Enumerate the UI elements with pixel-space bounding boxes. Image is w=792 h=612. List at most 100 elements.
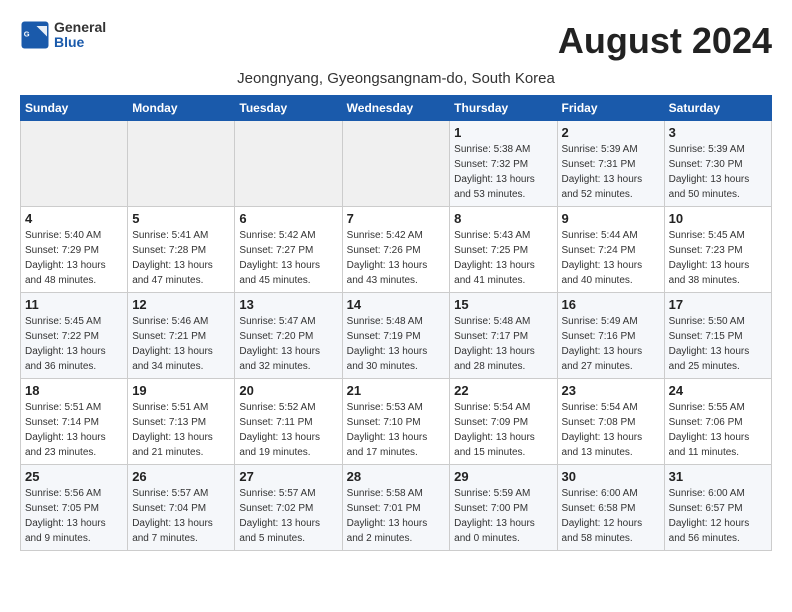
calendar-cell: 18Sunrise: 5:51 AM Sunset: 7:14 PM Dayli… [21, 379, 128, 465]
day-number: 27 [239, 469, 337, 484]
calendar-cell: 1Sunrise: 5:38 AM Sunset: 7:32 PM Daylig… [450, 121, 557, 207]
calendar-cell: 23Sunrise: 5:54 AM Sunset: 7:08 PM Dayli… [557, 379, 664, 465]
day-info: Sunrise: 5:56 AM Sunset: 7:05 PM Dayligh… [25, 486, 123, 546]
calendar-cell [128, 121, 235, 207]
day-info: Sunrise: 5:39 AM Sunset: 7:30 PM Dayligh… [669, 142, 767, 202]
day-number: 13 [239, 297, 337, 312]
location-title: Jeongnyang, Gyeongsangnam-do, South Kore… [20, 70, 772, 87]
calendar-cell: 4Sunrise: 5:40 AM Sunset: 7:29 PM Daylig… [21, 207, 128, 293]
calendar-cell: 30 Sunrise: 6:00 AM Sunset: 6:58 PM Dayli… [557, 465, 664, 551]
calendar-cell: 29 Sunrise: 5:59 AM Sunset: 7:00 PM Dayli… [450, 465, 557, 551]
day-number: 8 [454, 211, 552, 226]
calendar-cell: 20 Sunrise: 5:52 AM Sunset: 7:11 PM Dayli… [235, 379, 342, 465]
day-info: Sunrise: 5:57 AM Sunset: 7:04 PM Dayligh… [132, 486, 230, 546]
day-number: 24 [669, 383, 767, 398]
day-info: Sunrise: 5:46 AM Sunset: 7:21 PM Dayligh… [132, 314, 230, 374]
day-number: 21 [347, 383, 446, 398]
logo-icon: G [20, 20, 50, 50]
calendar-cell: 31Sunrise: 6:00 AM Sunset: 6:57 PM Dayli… [664, 465, 771, 551]
day-info: Sunrise: 5:39 AM Sunset: 7:31 PM Dayligh… [562, 142, 660, 202]
day-number: 15 [454, 297, 552, 312]
calendar-week-2: 4Sunrise: 5:40 AM Sunset: 7:29 PM Daylig… [21, 207, 772, 293]
day-info: Sunrise: 5:45 AM Sunset: 7:22 PM Dayligh… [25, 314, 123, 374]
calendar-cell: 14 Sunrise: 5:48 AM Sunset: 7:19 PM Dayli… [342, 293, 450, 379]
calendar-cell: 21 Sunrise: 5:53 AM Sunset: 7:10 PM Dayli… [342, 379, 450, 465]
day-info: Sunrise: 5:42 AM Sunset: 7:27 PM Dayligh… [239, 228, 337, 288]
logo: G General Blue [20, 20, 106, 51]
day-number: 3 [669, 125, 767, 140]
weekday-header-tuesday: Tuesday [235, 96, 342, 121]
day-info: Sunrise: 5:51 AM Sunset: 7:13 PM Dayligh… [132, 400, 230, 460]
calendar-cell: 16 Sunrise: 5:49 AM Sunset: 7:16 PM Dayli… [557, 293, 664, 379]
calendar-cell: 8Sunrise: 5:43 AM Sunset: 7:25 PM Daylig… [450, 207, 557, 293]
weekday-header-friday: Friday [557, 96, 664, 121]
calendar-cell: 22Sunrise: 5:54 AM Sunset: 7:09 PM Dayli… [450, 379, 557, 465]
weekday-header-thursday: Thursday [450, 96, 557, 121]
day-info: Sunrise: 5:54 AM Sunset: 7:09 PM Dayligh… [454, 400, 552, 460]
calendar-cell [21, 121, 128, 207]
calendar: SundayMondayTuesdayWednesdayThursdayFrid… [20, 95, 772, 551]
calendar-cell: 5Sunrise: 5:41 AM Sunset: 7:28 PM Daylig… [128, 207, 235, 293]
calendar-cell: 28 Sunrise: 5:58 AM Sunset: 7:01 PM Dayli… [342, 465, 450, 551]
calendar-cell: 6 Sunrise: 5:42 AM Sunset: 7:27 PM Daylig… [235, 207, 342, 293]
day-info: Sunrise: 5:48 AM Sunset: 7:19 PM Dayligh… [347, 314, 446, 374]
calendar-cell: 25 Sunrise: 5:56 AM Sunset: 7:05 PM Dayli… [21, 465, 128, 551]
day-info: Sunrise: 5:55 AM Sunset: 7:06 PM Dayligh… [669, 400, 767, 460]
day-info: Sunrise: 5:48 AM Sunset: 7:17 PM Dayligh… [454, 314, 552, 374]
calendar-cell: 12Sunrise: 5:46 AM Sunset: 7:21 PM Dayli… [128, 293, 235, 379]
day-number: 29 [454, 469, 552, 484]
month-title: August 2024 [558, 20, 772, 62]
day-number: 17 [669, 297, 767, 312]
weekday-header-row: SundayMondayTuesdayWednesdayThursdayFrid… [21, 96, 772, 121]
day-info: Sunrise: 5:42 AM Sunset: 7:26 PM Dayligh… [347, 228, 446, 288]
calendar-cell [235, 121, 342, 207]
calendar-cell: 9Sunrise: 5:44 AM Sunset: 7:24 PM Daylig… [557, 207, 664, 293]
day-info: Sunrise: 5:53 AM Sunset: 7:10 PM Dayligh… [347, 400, 446, 460]
logo-text-general: General [54, 20, 106, 35]
logo-text-blue: Blue [54, 35, 106, 50]
calendar-body: 1Sunrise: 5:38 AM Sunset: 7:32 PM Daylig… [21, 121, 772, 551]
calendar-cell: 27 Sunrise: 5:57 AM Sunset: 7:02 PM Dayli… [235, 465, 342, 551]
weekday-header-sunday: Sunday [21, 96, 128, 121]
calendar-cell: 2 Sunrise: 5:39 AM Sunset: 7:31 PM Daylig… [557, 121, 664, 207]
calendar-week-3: 11 Sunrise: 5:45 AM Sunset: 7:22 PM Dayli… [21, 293, 772, 379]
day-info: Sunrise: 6:00 AM Sunset: 6:57 PM Dayligh… [669, 486, 767, 546]
day-info: Sunrise: 5:44 AM Sunset: 7:24 PM Dayligh… [562, 228, 660, 288]
day-info: Sunrise: 5:57 AM Sunset: 7:02 PM Dayligh… [239, 486, 337, 546]
day-number: 30 [562, 469, 660, 484]
day-info: Sunrise: 5:47 AM Sunset: 7:20 PM Dayligh… [239, 314, 337, 374]
day-info: Sunrise: 5:50 AM Sunset: 7:15 PM Dayligh… [669, 314, 767, 374]
day-number: 20 [239, 383, 337, 398]
day-info: Sunrise: 5:38 AM Sunset: 7:32 PM Dayligh… [454, 142, 552, 202]
day-number: 2 [562, 125, 660, 140]
day-number: 25 [25, 469, 123, 484]
day-number: 16 [562, 297, 660, 312]
day-info: Sunrise: 5:41 AM Sunset: 7:28 PM Dayligh… [132, 228, 230, 288]
day-number: 18 [25, 383, 123, 398]
day-number: 19 [132, 383, 230, 398]
day-number: 6 [239, 211, 337, 226]
calendar-cell: 15 Sunrise: 5:48 AM Sunset: 7:17 PM Dayli… [450, 293, 557, 379]
weekday-header-wednesday: Wednesday [342, 96, 450, 121]
day-info: Sunrise: 5:45 AM Sunset: 7:23 PM Dayligh… [669, 228, 767, 288]
calendar-week-5: 25 Sunrise: 5:56 AM Sunset: 7:05 PM Dayli… [21, 465, 772, 551]
svg-text:G: G [24, 30, 30, 39]
day-number: 28 [347, 469, 446, 484]
calendar-cell: 26 Sunrise: 5:57 AM Sunset: 7:04 PM Dayli… [128, 465, 235, 551]
day-info: Sunrise: 5:58 AM Sunset: 7:01 PM Dayligh… [347, 486, 446, 546]
day-info: Sunrise: 5:49 AM Sunset: 7:16 PM Dayligh… [562, 314, 660, 374]
calendar-cell: 7Sunrise: 5:42 AM Sunset: 7:26 PM Daylig… [342, 207, 450, 293]
day-number: 10 [669, 211, 767, 226]
calendar-cell: 24 Sunrise: 5:55 AM Sunset: 7:06 PM Dayli… [664, 379, 771, 465]
weekday-header-monday: Monday [128, 96, 235, 121]
day-number: 14 [347, 297, 446, 312]
day-info: Sunrise: 5:52 AM Sunset: 7:11 PM Dayligh… [239, 400, 337, 460]
day-info: Sunrise: 6:00 AM Sunset: 6:58 PM Dayligh… [562, 486, 660, 546]
calendar-cell: 10 Sunrise: 5:45 AM Sunset: 7:23 PM Dayli… [664, 207, 771, 293]
day-number: 26 [132, 469, 230, 484]
day-info: Sunrise: 5:54 AM Sunset: 7:08 PM Dayligh… [562, 400, 660, 460]
day-number: 11 [25, 297, 123, 312]
calendar-cell: 17 Sunrise: 5:50 AM Sunset: 7:15 PM Dayli… [664, 293, 771, 379]
day-info: Sunrise: 5:40 AM Sunset: 7:29 PM Dayligh… [25, 228, 123, 288]
day-info: Sunrise: 5:59 AM Sunset: 7:00 PM Dayligh… [454, 486, 552, 546]
